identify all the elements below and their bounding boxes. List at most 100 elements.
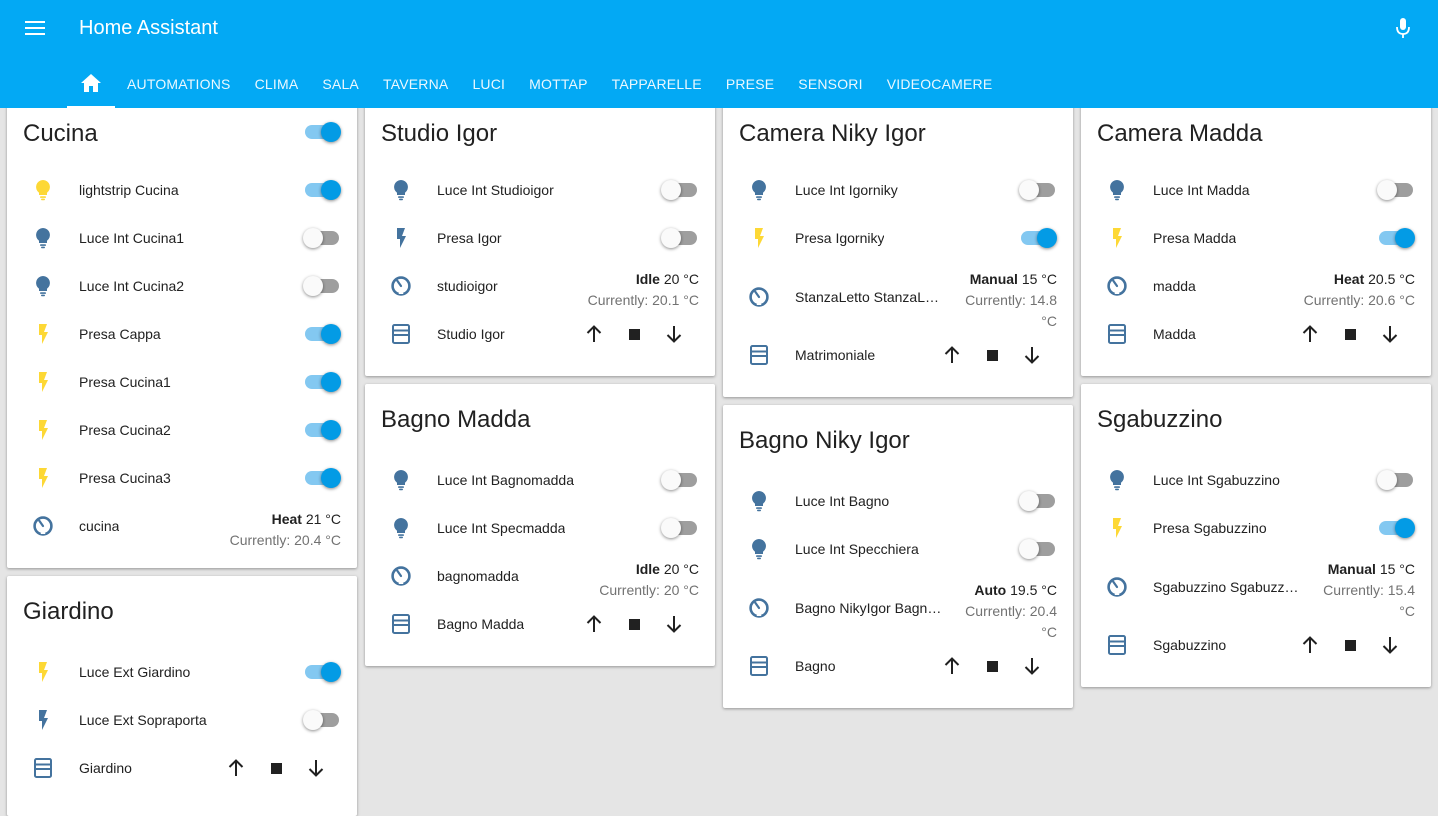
entity-row[interactable]: cucina Heat 21 °C Currently: 20.4 °C	[7, 502, 357, 550]
cover-open-button[interactable]	[937, 340, 967, 370]
entity-name: Presa Igorniky	[795, 230, 885, 246]
cover-close-button[interactable]	[1017, 340, 1047, 370]
entity-toggle[interactable]	[1377, 226, 1415, 250]
entity-toggle[interactable]	[303, 708, 341, 732]
entity-row[interactable]: Matrimoniale	[723, 331, 1073, 379]
tab-prese[interactable]: PRESE	[714, 60, 786, 108]
app-title: Home Assistant	[79, 17, 218, 39]
cover-close-button[interactable]	[301, 753, 331, 783]
entity-toggle[interactable]	[661, 468, 699, 492]
entity-row[interactable]: Bagno NikyIgor Bagno NikyIgor Auto 19.5 °…	[723, 573, 1073, 642]
arrow-down-icon	[1024, 347, 1040, 364]
cover-open-button[interactable]	[937, 651, 967, 681]
entity-toggle[interactable]	[303, 466, 341, 490]
cover-controls	[579, 319, 699, 349]
arrow-down-icon	[1024, 658, 1040, 675]
entity-toggle[interactable]	[661, 178, 699, 202]
menu-button[interactable]	[20, 14, 50, 42]
tab-luci[interactable]: LUCI	[460, 60, 517, 108]
entity-icon	[747, 285, 771, 309]
entity-row: Luce Ext Giardino	[7, 648, 357, 696]
entity-toggle[interactable]	[303, 418, 341, 442]
tab-taverna[interactable]: TAVERNA	[371, 60, 460, 108]
entity-row: Presa Cucina1	[7, 358, 357, 406]
cover-stop-button[interactable]	[1335, 630, 1365, 660]
stop-icon	[271, 763, 282, 774]
entity-row[interactable]: Sgabuzzino Sgabuzzino Manual 15 °C Current…	[1081, 552, 1431, 621]
cover-stop-button[interactable]	[261, 753, 291, 783]
climate-state: Auto 19.5 °C Currently: 20.4 °C	[965, 580, 1057, 643]
cover-open-button[interactable]	[1295, 630, 1325, 660]
entity-toggle[interactable]	[303, 370, 341, 394]
window-shutter-icon	[392, 324, 410, 344]
entity-icon	[747, 226, 771, 250]
entity-toggle[interactable]	[661, 226, 699, 250]
entity-toggle[interactable]	[661, 516, 699, 540]
entity-row[interactable]: madda Heat 20.5 °C Currently: 20.6 °C	[1081, 262, 1431, 310]
tab-videocamere[interactable]: VIDEOCAMERE	[875, 60, 1005, 108]
window-shutter-icon	[1108, 324, 1126, 344]
climate-state: Idle 20 °C Currently: 20 °C	[599, 559, 699, 601]
tab-tapparelle[interactable]: TAPPARELLE	[600, 60, 714, 108]
tab-automations[interactable]: AUTOMATIONS	[115, 60, 243, 108]
entity-row[interactable]: Bagno Madda	[365, 600, 715, 648]
entity-toggle[interactable]	[1377, 178, 1415, 202]
cover-close-button[interactable]	[659, 609, 689, 639]
tab-sensori[interactable]: SENSORI	[786, 60, 874, 108]
card-giardino: Giardino Luce Ext Giardino Luce Ext Soprap…	[7, 576, 357, 816]
card-title: Camera Niky Igor	[739, 120, 926, 147]
tab-clima[interactable]: CLIMA	[243, 60, 311, 108]
cover-stop-button[interactable]	[977, 340, 1007, 370]
entity-toggle[interactable]	[1019, 226, 1057, 250]
entity-name: Luce Int Sgabuzzino	[1153, 472, 1280, 488]
entity-name: Luce Int Studioigor	[437, 182, 554, 198]
window-shutter-icon	[750, 656, 768, 676]
cover-stop-button[interactable]	[619, 609, 649, 639]
tab-home[interactable]	[67, 60, 115, 108]
card-title: Bagno Madda	[381, 406, 531, 433]
cover-close-button[interactable]	[659, 319, 689, 349]
entity-toggle[interactable]	[303, 274, 341, 298]
entity-row: Presa Cappa	[7, 310, 357, 358]
entity-toggle[interactable]	[1019, 178, 1057, 202]
cover-controls	[579, 609, 699, 639]
entity-row[interactable]: Sgabuzzino	[1081, 621, 1431, 669]
tab-mottap[interactable]: MOTTAP	[517, 60, 600, 108]
entity-toggle[interactable]	[1019, 537, 1057, 561]
voice-command-button[interactable]	[1390, 14, 1416, 42]
entity-toggle[interactable]	[303, 660, 341, 684]
entity-row[interactable]: Giardino	[7, 744, 357, 792]
arrow-up-icon	[944, 657, 960, 674]
entity-name: Luce Int Specmadda	[437, 520, 566, 536]
cover-close-button[interactable]	[1375, 319, 1405, 349]
entity-row: Presa Cucina2	[7, 406, 357, 454]
entity-toggle[interactable]	[303, 322, 341, 346]
arrow-up-icon	[228, 759, 244, 776]
cover-close-button[interactable]	[1017, 651, 1047, 681]
climate-target-line: Idle 20 °C	[588, 269, 699, 290]
entity-row[interactable]: bagnomadda Idle 20 °C Currently: 20 °C	[365, 552, 715, 600]
cover-close-button[interactable]	[1375, 630, 1405, 660]
cover-stop-button[interactable]	[619, 319, 649, 349]
card-bagno-niky-igor: Bagno Niky Igor Luce Int Bagno Luce Int Sp…	[723, 405, 1073, 708]
cover-open-button[interactable]	[579, 319, 609, 349]
entity-row[interactable]: Madda	[1081, 310, 1431, 358]
flash-icon	[39, 420, 48, 440]
cover-open-button[interactable]	[221, 753, 251, 783]
climate-current: Currently: 20.4 °C	[229, 532, 341, 548]
entity-toggle[interactable]	[303, 226, 341, 250]
card-header-toggle[interactable]	[303, 120, 341, 144]
entity-toggle[interactable]	[1377, 516, 1415, 540]
entity-toggle[interactable]	[1377, 468, 1415, 492]
cover-stop-button[interactable]	[977, 651, 1007, 681]
entity-row[interactable]: studioigor Idle 20 °C Currently: 20.1 °C	[365, 262, 715, 310]
entity-row[interactable]: Studio Igor	[365, 310, 715, 358]
entity-toggle[interactable]	[303, 178, 341, 202]
tab-sala[interactable]: SALA	[310, 60, 371, 108]
cover-open-button[interactable]	[1295, 319, 1325, 349]
cover-open-button[interactable]	[579, 609, 609, 639]
entity-toggle[interactable]	[1019, 489, 1057, 513]
entity-row[interactable]: StanzaLetto StanzaLetto Manual 15 °C Curre…	[723, 262, 1073, 331]
cover-stop-button[interactable]	[1335, 319, 1365, 349]
entity-row[interactable]: Bagno	[723, 642, 1073, 690]
